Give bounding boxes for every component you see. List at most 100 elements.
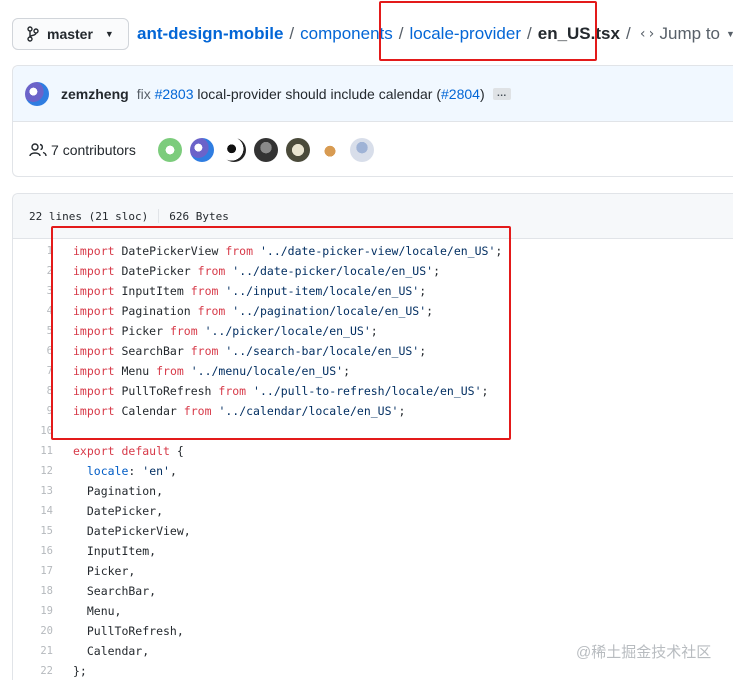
code-token: from <box>190 344 219 358</box>
code-token: import <box>73 324 115 338</box>
code-token: DatePickerView, <box>73 524 191 538</box>
code-line: 13 Pagination, <box>13 481 733 501</box>
code-token: }; <box>73 664 87 678</box>
code-line: 1 import DatePickerView from '../date-pic… <box>13 241 733 261</box>
code-text: export default { <box>53 444 184 458</box>
contributor-avatar[interactable] <box>221 137 246 162</box>
line-number[interactable]: 8 <box>13 385 53 397</box>
line-number[interactable]: 9 <box>13 405 53 417</box>
breadcrumb-separator: / <box>398 24 404 43</box>
code-line: 10 <box>13 421 733 441</box>
contributor-avatar[interactable] <box>285 137 310 162</box>
line-number[interactable]: 12 <box>13 465 53 477</box>
code-token: ; <box>370 324 378 338</box>
code-line: 7 import Menu from '../menu/locale/en_US'… <box>13 361 733 381</box>
line-number[interactable]: 7 <box>13 365 53 377</box>
contributor-avatar[interactable] <box>189 137 214 162</box>
line-number[interactable]: 1 <box>13 245 53 257</box>
expand-commit-button[interactable]: … <box>492 87 511 100</box>
jump-to-button[interactable]: ‹› Jump to ▼ <box>639 24 733 44</box>
contributor-avatar[interactable] <box>253 137 278 162</box>
code-token: DatePicker <box>114 264 198 278</box>
contributors-link[interactable]: 7 contributors <box>51 142 136 158</box>
code-text: import Picker from '../picker/locale/en_… <box>53 324 378 338</box>
code-token: import <box>73 364 115 378</box>
breadcrumb-components-link[interactable]: components <box>300 24 393 44</box>
line-number[interactable]: 6 <box>13 345 53 357</box>
code-token: Picker <box>114 324 170 338</box>
line-number[interactable]: 10 <box>13 425 53 437</box>
line-number[interactable]: 5 <box>13 325 53 337</box>
code-line: 6 import SearchBar from '../search-bar/lo… <box>13 341 733 361</box>
code-line: 18 SearchBar, <box>13 581 733 601</box>
line-number[interactable]: 21 <box>13 645 53 657</box>
code-line: 11 export default { <box>13 441 733 461</box>
code-token: Menu, <box>73 604 122 618</box>
breadcrumb-separator: / <box>625 24 631 43</box>
breadcrumb-repo-link[interactable]: ant-design-mobile <box>137 24 283 44</box>
line-number[interactable]: 18 <box>13 585 53 597</box>
line-number[interactable]: 16 <box>13 545 53 557</box>
latest-commit-box: zemzheng fix #2803 local-provider should… <box>12 65 733 177</box>
author-avatar[interactable] <box>25 81 49 106</box>
breadcrumb: ant-design-mobile / components / locale-… <box>137 22 733 46</box>
line-number[interactable]: 15 <box>13 525 53 537</box>
commit-message[interactable]: fix #2803 local-provider should include … <box>137 86 485 102</box>
line-number[interactable]: 19 <box>13 605 53 617</box>
code-token: ; <box>419 284 427 298</box>
contributor-avatar[interactable] <box>157 137 182 162</box>
code-token: '../date-picker/locale/en_US' <box>232 264 434 278</box>
code-line: 20 PullToRefresh, <box>13 621 733 641</box>
contributor-avatar[interactable] <box>349 137 374 162</box>
code-token: ; <box>419 344 427 358</box>
code-token: Pagination, <box>73 484 164 498</box>
code-token: from <box>197 264 226 278</box>
code-token: 'en' <box>142 464 170 478</box>
code-token: Menu <box>114 364 157 378</box>
code-token: ; <box>433 264 441 278</box>
commit-author-link[interactable]: zemzheng <box>61 86 129 102</box>
code-line: 15 DatePickerView, <box>13 521 733 541</box>
code-token: : <box>128 464 143 478</box>
code-token: '../pull-to-refresh/locale/en_US' <box>253 384 482 398</box>
line-number[interactable]: 22 <box>13 665 53 677</box>
code-token: '../search-bar/locale/en_US' <box>225 344 420 358</box>
jump-to-label: Jump to <box>659 24 721 43</box>
code-token: export <box>73 444 115 458</box>
code-line: 17 Picker, <box>13 561 733 581</box>
code-token: import <box>73 404 115 418</box>
breadcrumb-locale-provider-link[interactable]: locale-provider <box>410 24 522 44</box>
line-number[interactable]: 2 <box>13 265 53 277</box>
line-number[interactable]: 17 <box>13 565 53 577</box>
code-line: 12 locale: 'en', <box>13 461 733 481</box>
code-token: import <box>73 344 115 358</box>
code-text: locale: 'en', <box>53 464 177 478</box>
line-number[interactable]: 14 <box>13 505 53 517</box>
code-token: default <box>121 444 170 458</box>
commit-issue-link[interactable]: #2803 <box>155 86 194 102</box>
code-token: DatePicker, <box>73 504 164 518</box>
line-number[interactable]: 20 <box>13 625 53 637</box>
code-line: 4 import Pagination from '../pagination/l… <box>13 301 733 321</box>
line-number[interactable]: 3 <box>13 285 53 297</box>
people-icon <box>29 142 47 156</box>
branch-select-button[interactable]: master ▼ <box>12 18 129 50</box>
code-token: PullToRefresh <box>114 384 219 398</box>
code-token: from <box>225 244 254 258</box>
contributor-avatar[interactable] <box>317 137 342 162</box>
commit-pr-link[interactable]: #2804 <box>441 86 480 102</box>
line-number[interactable]: 4 <box>13 305 53 317</box>
code-token: ; <box>398 404 406 418</box>
file-size: 626 Bytes <box>169 209 229 223</box>
code-text: import Menu from '../menu/locale/en_US'; <box>53 364 350 378</box>
code-line: 22}; <box>13 661 733 680</box>
line-number[interactable]: 11 <box>13 445 53 457</box>
code-line: 14 DatePicker, <box>13 501 733 521</box>
code-token: '../pagination/locale/en_US' <box>232 304 427 318</box>
line-number[interactable]: 13 <box>13 485 53 497</box>
code-line: 19 Menu, <box>13 601 733 621</box>
